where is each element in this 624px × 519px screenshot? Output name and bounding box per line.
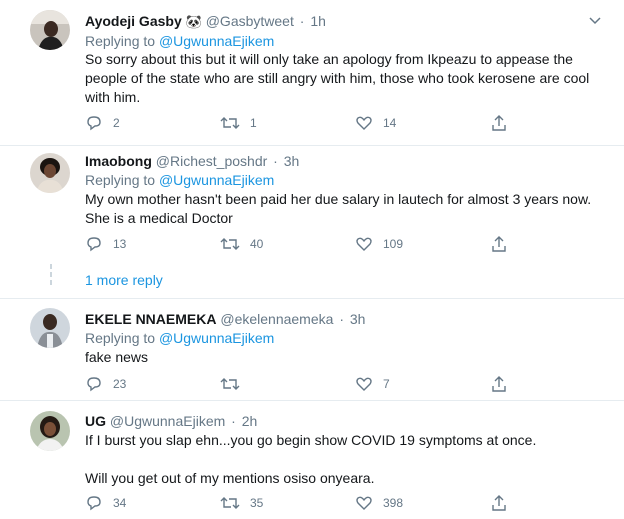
like-icon [356, 496, 372, 510]
retweet-button[interactable]: 35 [220, 493, 263, 513]
tweet-paragraph: So sorry about this but it will only tak… [85, 51, 590, 105]
avatar[interactable] [30, 10, 70, 50]
timestamp[interactable]: 2h [242, 413, 258, 429]
tweet-text: If I burst you slap ehn...you go begin s… [85, 431, 595, 488]
reply-icon [87, 496, 101, 511]
retweet-icon [220, 497, 240, 509]
like-icon [356, 377, 372, 391]
separator-dot: · [299, 13, 305, 29]
retweet-count: 35 [250, 496, 264, 510]
like-count: 14 [383, 116, 397, 130]
author-name[interactable]: Imaobong [85, 153, 152, 169]
retweet-icon [220, 378, 240, 390]
tweet-ayodeji[interactable]: Ayodeji Gasby 🐼 @Gasbytweet · 1h Replyin… [0, 0, 624, 146]
retweet-count: 1 [250, 116, 257, 130]
tweet-text: fake news [85, 348, 595, 367]
author-handle[interactable]: @Richest_poshdr [156, 153, 268, 169]
replying-to: Replying to @UgwunnaEjikem [85, 329, 274, 347]
tweet-paragraph: Will you get out of my mentions osiso on… [85, 470, 375, 486]
reply-button[interactable]: 13 [85, 234, 126, 254]
replying-to: Replying to @UgwunnaEjikem [85, 32, 274, 50]
like-icon [356, 116, 372, 130]
like-button[interactable]: 14 [355, 113, 396, 133]
retweet-count: 40 [250, 237, 264, 251]
caret-down-icon[interactable] [588, 13, 602, 27]
reply-count: 13 [113, 237, 127, 251]
reply-icon [87, 237, 101, 252]
tweet-ekele[interactable]: EKELE NNAEMEKA @ekelennaemeka · 3h Reply… [0, 299, 624, 400]
replying-label: Replying to [85, 33, 156, 49]
author-handle[interactable]: @UgwunnaEjikem [110, 413, 225, 429]
timestamp[interactable]: 3h [284, 153, 300, 169]
tweet-paragraph: If I burst you slap ehn...you go begin s… [85, 432, 537, 448]
like-button[interactable]: 7 [355, 374, 390, 394]
share-button[interactable] [490, 234, 508, 254]
separator-dot: · [273, 153, 278, 169]
retweet-button[interactable]: 1 [220, 113, 257, 133]
separator-dot: · [231, 413, 236, 429]
share-icon [492, 495, 506, 511]
share-button[interactable] [490, 493, 508, 513]
avatar[interactable] [30, 153, 70, 193]
show-more-replies-link[interactable]: 1 more reply [85, 271, 163, 289]
share-icon [492, 115, 506, 131]
replying-to: Replying to @UgwunnaEjikem [85, 171, 274, 189]
retweet-icon [220, 238, 240, 250]
panda-emoji: 🐼 [185, 14, 202, 29]
reply-icon [87, 377, 101, 392]
reply-count: 23 [113, 377, 127, 391]
reply-icon [87, 116, 101, 131]
avatar[interactable] [30, 411, 70, 451]
tweet-paragraph: My own mother hasn't been paid her due s… [85, 191, 592, 226]
avatar[interactable] [30, 308, 70, 348]
tweet-text: My own mother hasn't been paid her due s… [85, 190, 595, 228]
retweet-button[interactable]: 40 [220, 234, 263, 254]
author-name[interactable]: UG [85, 413, 106, 429]
like-count: 7 [383, 377, 390, 391]
thread-line [50, 272, 52, 277]
reply-button[interactable]: 2 [85, 113, 120, 133]
like-count: 398 [383, 496, 404, 510]
author-name[interactable]: Ayodeji Gasby [85, 13, 182, 29]
like-count: 109 [383, 237, 404, 251]
retweet-icon [220, 117, 240, 129]
thread-line [50, 280, 52, 285]
timestamp[interactable]: 1h [310, 13, 326, 29]
mention-link[interactable]: @UgwunnaEjikem [159, 172, 274, 188]
separator-dot: · [339, 311, 344, 327]
author-name[interactable]: EKELE NNAEMEKA [85, 311, 216, 327]
author-handle[interactable]: @ekelennaemeka [220, 311, 333, 327]
thread-line [50, 264, 52, 269]
mention-link[interactable]: @UgwunnaEjikem [159, 33, 274, 49]
tweet-text: So sorry about this but it will only tak… [85, 50, 595, 107]
reply-button[interactable]: 23 [85, 374, 126, 394]
tweet-paragraph: fake news [85, 349, 149, 365]
share-icon [492, 236, 506, 252]
retweet-button[interactable] [220, 374, 250, 394]
like-button[interactable]: 398 [355, 493, 403, 513]
share-button[interactable] [490, 374, 508, 394]
share-button[interactable] [490, 113, 508, 133]
author-handle[interactable]: @Gasbytweet [206, 13, 294, 29]
tweet-ug[interactable]: UG @UgwunnaEjikem · 2h If I burst you sl… [0, 401, 624, 519]
like-icon [356, 237, 372, 251]
mention-link[interactable]: @UgwunnaEjikem [159, 330, 274, 346]
like-button[interactable]: 109 [355, 234, 403, 254]
share-icon [492, 376, 506, 392]
reply-count: 2 [113, 116, 120, 130]
replying-label: Replying to [85, 172, 156, 188]
timestamp[interactable]: 3h [350, 311, 366, 327]
replying-label: Replying to [85, 330, 156, 346]
reply-button[interactable]: 34 [85, 493, 126, 513]
reply-count: 34 [113, 496, 127, 510]
